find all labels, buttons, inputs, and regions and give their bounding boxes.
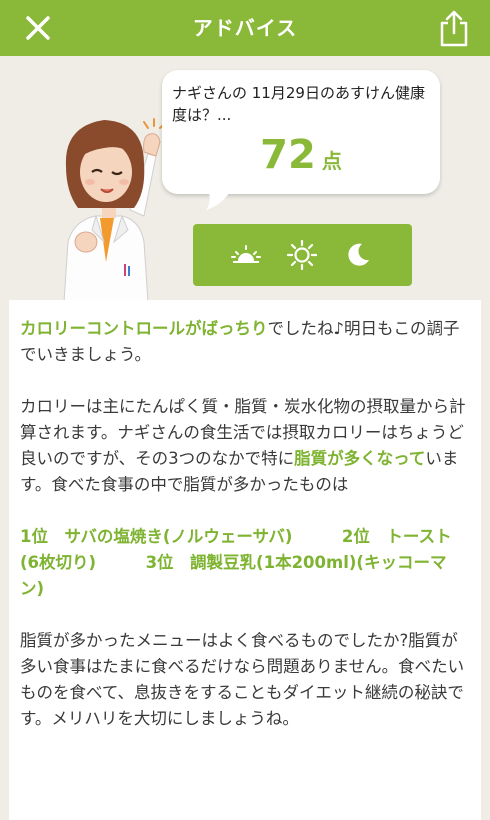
fat-ranking: 1位 サバの塩焼き(ノルウェーサバ) 2位 トースト(6枚切り) 3位 調製豆乳…: [20, 527, 452, 598]
score-unit: 点: [321, 149, 342, 173]
advice-highlight: 脂質が多くなって: [294, 449, 426, 468]
advice-paragraph-2: カロリーは主にたんぱく質・脂質・炭水化物の摂取量から計算されます。ナギさんの食生…: [20, 394, 470, 498]
advisor-illustration: [63, 118, 166, 302]
score-value: 72: [260, 132, 316, 178]
advice-card: カロリーコントロールがばっちりでしたね♪明日もこの調子でいきましょう。 カロリー…: [9, 300, 481, 820]
time-of-day-selector: [193, 224, 412, 286]
advice-highlight: カロリーコントロールがばっちり: [20, 319, 268, 338]
advice-paragraph-3: 脂質が多かったメニューはよく食べるものでしたか?脂質が多い食事はたまに食べるだけ…: [20, 631, 465, 728]
app-header: アドバイス: [0, 0, 490, 56]
sunrise-icon[interactable]: [231, 240, 261, 270]
moon-icon[interactable]: [343, 240, 373, 270]
sun-icon[interactable]: [287, 240, 317, 270]
health-question: ナギさんの 11月29日のあすけん健康度は？...: [172, 84, 425, 124]
health-score: 72 点: [162, 132, 440, 178]
speech-bubble: ナギさんの 11月29日のあすけん健康度は？... 72 点: [162, 70, 440, 210]
advice-text: カロリーコントロールがばっちりでしたね♪明日もこの調子でいきましょう。 カロリー…: [20, 316, 470, 758]
page-title: アドバイス: [192, 16, 298, 40]
advice-paragraph-1: カロリーコントロールがばっちりでしたね♪明日もこの調子でいきましょう。: [20, 316, 470, 368]
bubble-tail: [206, 188, 232, 210]
share-icon[interactable]: [438, 8, 470, 48]
